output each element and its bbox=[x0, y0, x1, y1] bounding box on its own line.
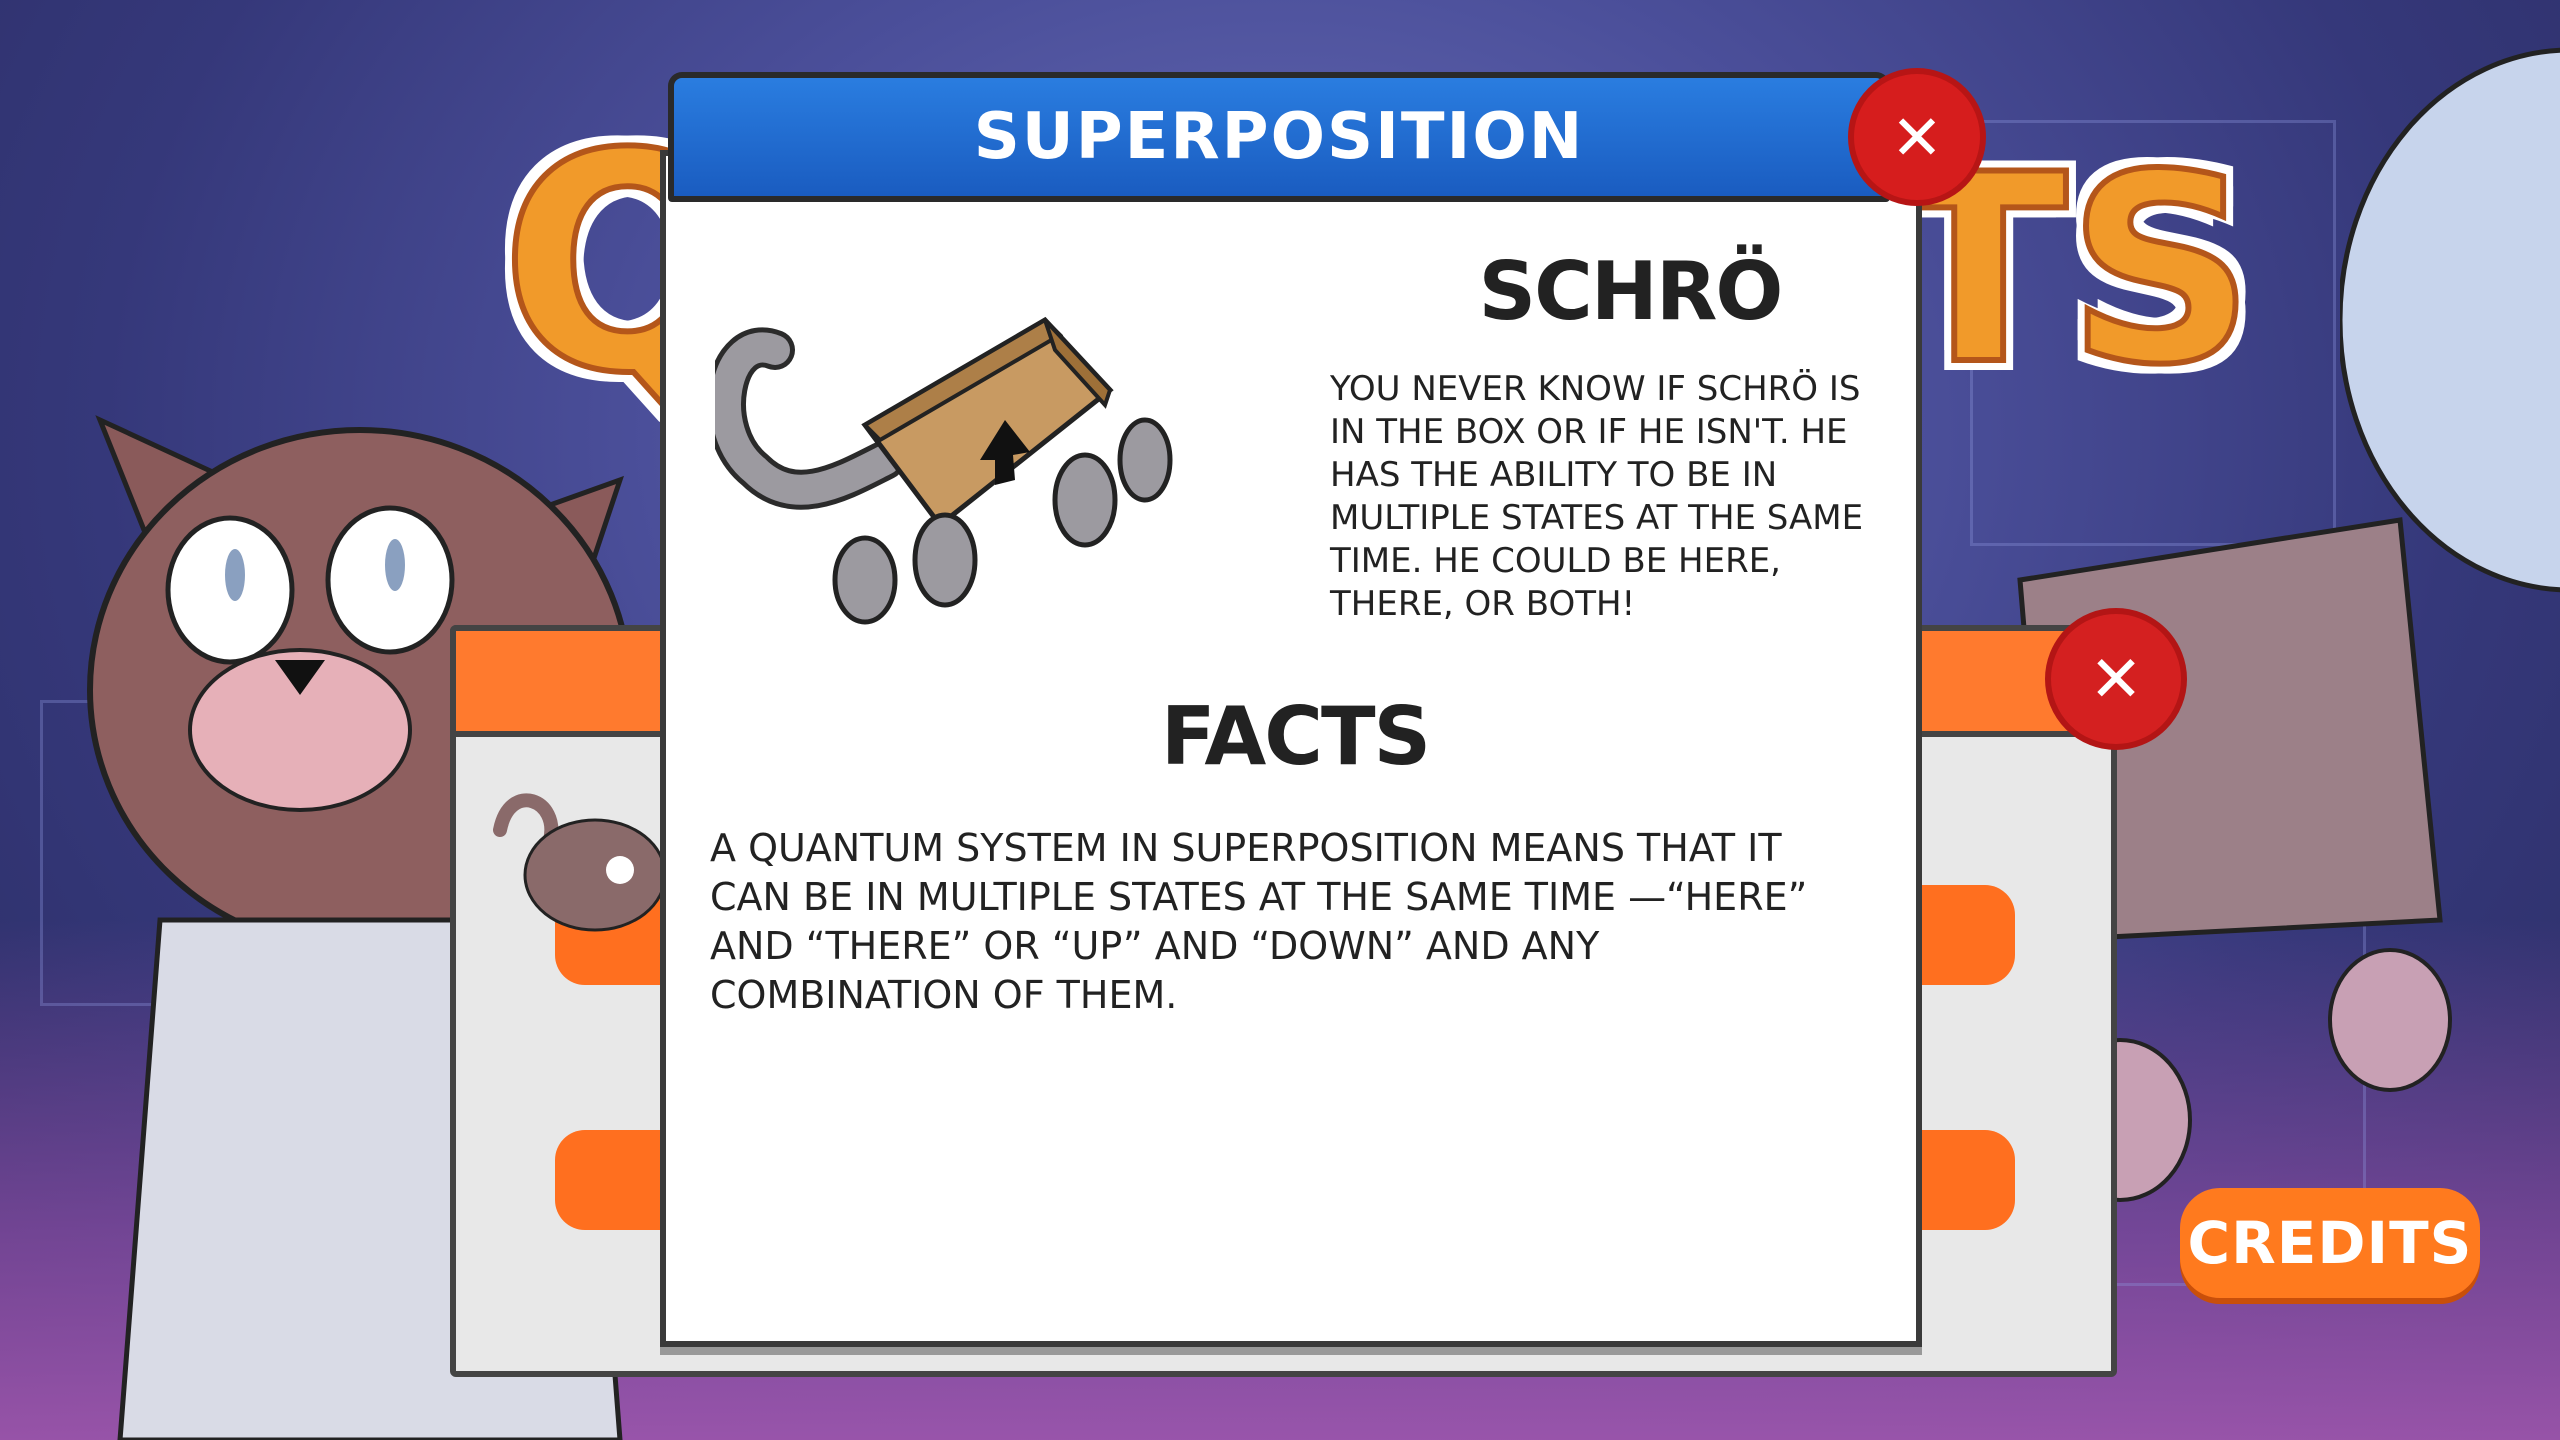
credits-button[interactable]: CREDITS bbox=[2180, 1188, 2480, 1298]
background-planet bbox=[2340, 47, 2560, 593]
background-close-button: ✕ bbox=[2045, 608, 2187, 750]
character-name: SCHRÖ bbox=[1478, 245, 1784, 338]
background-cat-icon bbox=[493, 793, 667, 932]
close-x-icon: ✕ bbox=[1891, 103, 1943, 173]
dialog-header: SUPERPOSITION bbox=[668, 72, 1890, 202]
dialog-title: SUPERPOSITION bbox=[973, 100, 1585, 174]
character-description: YOU NEVER KNOW IF SCHRÖ IS IN THE BOX OR… bbox=[1330, 369, 1864, 624]
facts-heading: FACTS bbox=[1160, 690, 1431, 783]
facts-text: A QUANTUM SYSTEM IN SUPERPOSITION MEANS … bbox=[710, 826, 1808, 1017]
cat-in-box-illustration bbox=[715, 316, 1173, 625]
close-button[interactable]: ✕ bbox=[1848, 68, 1986, 206]
